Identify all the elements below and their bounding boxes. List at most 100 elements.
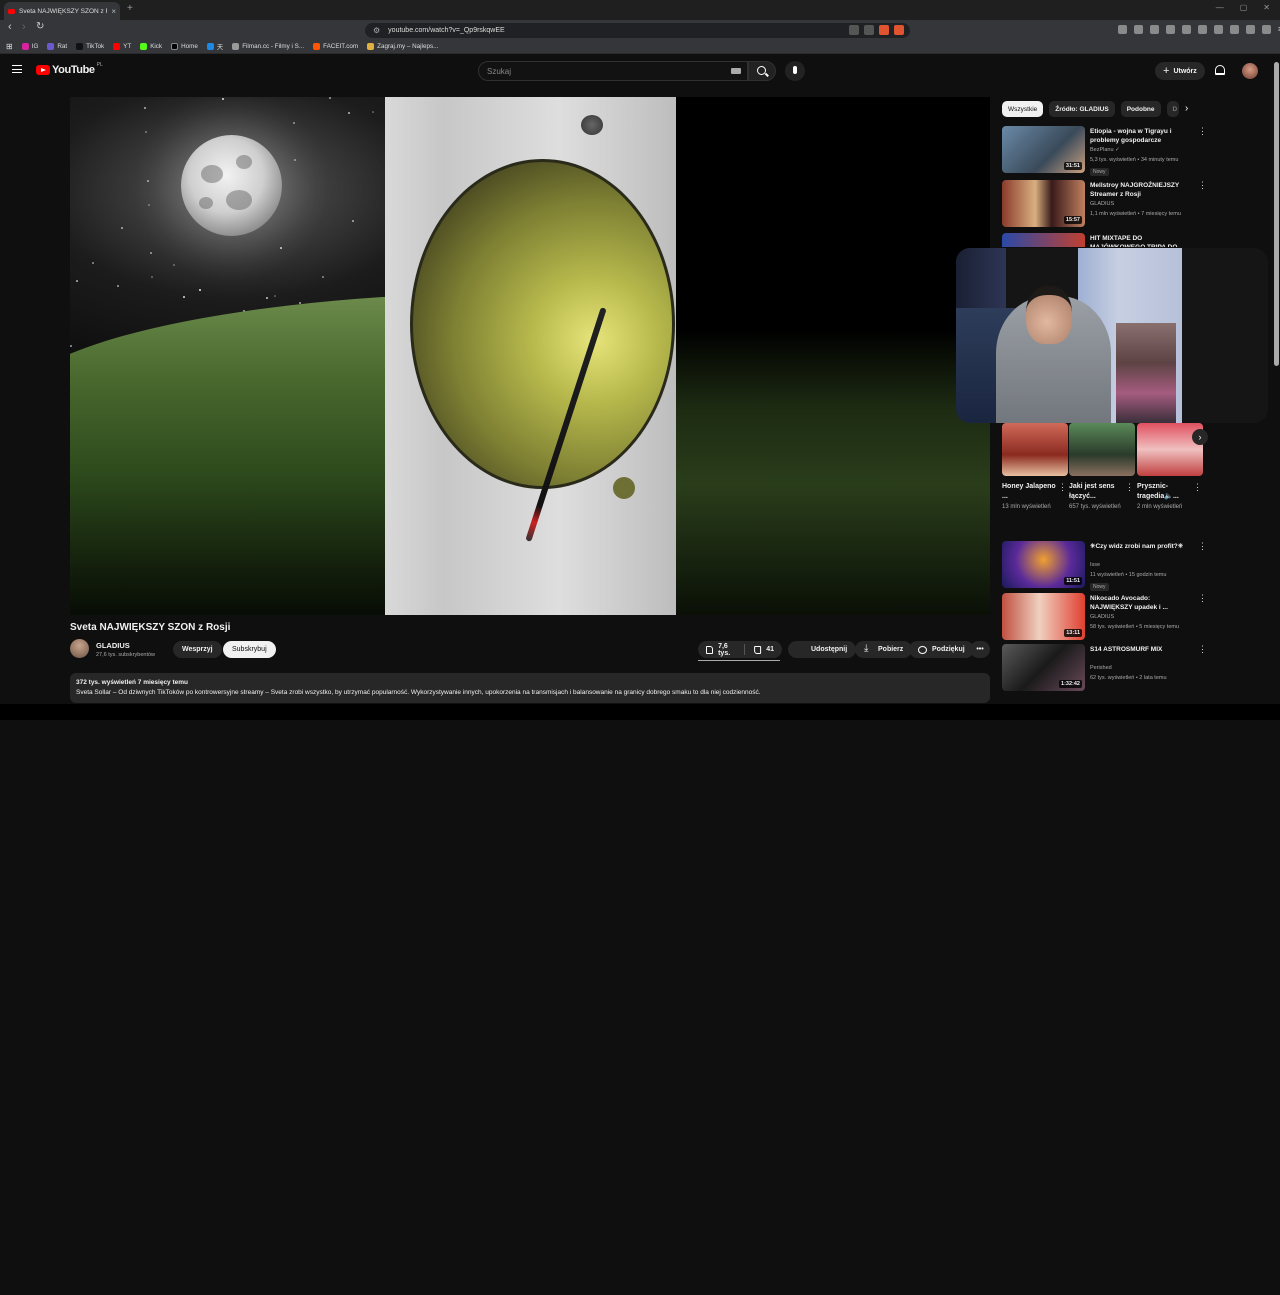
bookmark-item[interactable]: IG (21, 43, 38, 50)
search-input[interactable]: Szukaj (478, 61, 748, 81)
like-count[interactable]: 7,6 tys. (718, 643, 735, 657)
share-page-icon[interactable] (864, 25, 874, 35)
extension-icon[interactable] (1150, 25, 1159, 34)
bookmark-item[interactable]: TikTok (76, 43, 104, 50)
more-options-icon[interactable]: ⋮ (1198, 542, 1207, 551)
share-button[interactable]: Udostępnij (788, 641, 857, 658)
recommendation-item[interactable]: 11:51 ✳Czy widz zrobi nam profit?✳ Isse … (1002, 541, 1207, 591)
recommendation-item[interactable]: 15:57 Mellstroy NAJGROŹNIEJSZY Streamer … (1002, 180, 1207, 228)
extension-icon[interactable] (1198, 25, 1207, 34)
chips-next-arrow-icon[interactable]: › (1185, 103, 1188, 114)
short-thumbnail[interactable] (1002, 423, 1068, 476)
video-thumbnail[interactable]: 11:51 (1002, 541, 1085, 588)
shorts-next-arrow-icon[interactable]: › (1192, 429, 1208, 445)
sidebar-icon[interactable] (1230, 25, 1239, 34)
maximize-button[interactable]: ▢ (1240, 3, 1248, 12)
vpn-icon[interactable] (1262, 25, 1271, 34)
support-button[interactable]: Wesprzyj (173, 641, 222, 658)
bookmark-item[interactable]: Rat (47, 43, 67, 50)
recommendation-channel[interactable]: BezPlanu ✓ (1090, 147, 1120, 153)
browser-tab[interactable]: Sveta NAJWIĘKSZY SZON z R × (4, 2, 120, 20)
video-player[interactable] (70, 97, 990, 615)
more-options-icon[interactable]: ⋮ (1198, 594, 1207, 603)
bookmark-item[interactable]: Filman.cc - Filmy i S... (232, 43, 304, 50)
short-thumbnail[interactable] (1069, 423, 1135, 476)
more-options-icon[interactable]: ⋮ (1198, 127, 1207, 136)
channel-name[interactable]: GLADIUS (96, 641, 130, 650)
recommendation-item[interactable]: 1:32:42 S14 ASTROSMURF MIX Perished 62 t… (1002, 644, 1207, 692)
recommendation-title[interactable]: ✳Czy widz zrobi nam profit?✳ (1090, 542, 1190, 551)
youtube-logo[interactable]: YouTube PL (36, 62, 103, 76)
brave-shield-icon[interactable] (879, 25, 889, 35)
hamburger-menu-icon[interactable] (12, 65, 22, 73)
apps-grid-icon[interactable]: ⊞ (6, 42, 13, 51)
recommendation-channel[interactable]: GLADIUS (1090, 201, 1114, 207)
more-options-icon[interactable]: ⋮ (1198, 645, 1207, 654)
bookmark-item[interactable]: Kick (140, 43, 162, 50)
recommendation-item[interactable]: HIT MIXTAPE DO MAJÓWKOWEGO TRIPA DO ⋮ (1002, 233, 1197, 247)
extension-icon[interactable] (1134, 25, 1143, 34)
address-bar[interactable]: ⚙ youtube.com/watch?v=_Qp9rskqwEE (365, 23, 910, 38)
page-scrollbar[interactable] (1274, 62, 1279, 366)
channel-avatar[interactable] (70, 639, 89, 658)
video-thumbnail[interactable]: 15:57 (1002, 180, 1085, 227)
recommendation-item[interactable]: 13:11 Nikocado Avocado: NAJWIĘKSZY upade… (1002, 593, 1207, 641)
video-thumbnail[interactable] (1002, 233, 1085, 247)
chip-related[interactable]: Podobne (1120, 101, 1161, 117)
video-thumbnail[interactable]: 13:11 (1002, 593, 1085, 640)
more-options-icon[interactable]: ⋮ (1125, 483, 1134, 492)
recommendation-title[interactable]: Nikocado Avocado: NAJWIĘKSZY upadek i ..… (1090, 594, 1190, 612)
recommendation-title[interactable]: S14 ASTROSMURF MIX (1090, 645, 1190, 654)
more-options-icon[interactable]: ⋮ (1058, 483, 1067, 492)
close-window-button[interactable]: ✕ (1263, 3, 1270, 12)
notifications-bell-icon[interactable] (1215, 65, 1225, 75)
extension-icon[interactable] (1182, 25, 1191, 34)
dislike-count[interactable]: 41 (766, 646, 774, 653)
music-icon[interactable] (1214, 25, 1223, 34)
short-title[interactable]: Honey Jalapeno ... (1002, 482, 1056, 502)
reload-icon[interactable]: ↻ (36, 21, 44, 32)
cast-icon[interactable] (849, 25, 859, 35)
keyboard-icon[interactable] (731, 68, 741, 74)
thumbs-up-icon[interactable] (706, 645, 714, 654)
account-avatar[interactable] (1242, 63, 1258, 79)
brave-rewards-icon[interactable] (894, 25, 904, 35)
download-button[interactable]: Pobierz (855, 641, 913, 658)
tab-close-icon[interactable]: × (111, 7, 116, 16)
chip-source[interactable]: Źródło: GLADIUS (1049, 101, 1115, 117)
voice-search-mic-icon[interactable] (785, 61, 805, 81)
thumbs-down-icon[interactable] (754, 645, 762, 654)
minimize-button[interactable]: — (1216, 3, 1224, 12)
more-options-icon[interactable]: ⋮ (1198, 181, 1207, 190)
bookmark-item[interactable]: FACEIT.com (313, 43, 358, 50)
chip-all[interactable]: Wszystkie (1002, 101, 1044, 117)
recommendation-channel[interactable]: Isse (1090, 562, 1100, 568)
short-title[interactable]: Prysznic-tragedia🔈... (1137, 482, 1191, 502)
recommendation-title[interactable]: HIT MIXTAPE DO MAJÓWKOWEGO TRIPA DO (1090, 234, 1190, 247)
extension-icon[interactable] (1118, 25, 1127, 34)
site-settings-icon[interactable]: ⚙ (373, 26, 380, 35)
wallet-icon[interactable] (1246, 25, 1255, 34)
new-tab-button[interactable]: + (127, 3, 133, 14)
back-arrow-icon[interactable]: ‹ (8, 21, 12, 33)
chip-more[interactable]: D (1166, 101, 1179, 117)
bookmark-item[interactable]: 天 (206, 42, 223, 51)
thanks-button[interactable]: Podziękuj (909, 641, 974, 658)
url-text[interactable]: youtube.com/watch?v=_Qp9rskqwEE (388, 27, 505, 34)
search-button[interactable] (748, 61, 776, 81)
bookmark-item[interactable]: YT (113, 43, 131, 50)
short-item[interactable]: Honey Jalapeno ... 13 mln wyświetleń ⋮ (1002, 423, 1068, 512)
recommendation-title[interactable]: Mellstroy NAJGROŹNIEJSZY Streamer z Rosj… (1090, 181, 1190, 199)
short-title[interactable]: Jaki jest sens łączyć... (1069, 482, 1123, 502)
extension-icon[interactable] (1166, 25, 1175, 34)
recommendation-title[interactable]: Etiopia - wojna w Tigrayu i problemy gos… (1090, 127, 1190, 145)
recommendation-channel[interactable]: GLADIUS (1090, 614, 1114, 620)
more-actions-button[interactable]: ••• (970, 641, 990, 658)
more-options-icon[interactable]: ⋮ (1193, 483, 1202, 492)
video-thumbnail[interactable]: 1:32:42 (1002, 644, 1085, 691)
bookmark-item[interactable]: Home (171, 43, 198, 50)
create-button[interactable]: + Utwórz (1155, 62, 1205, 80)
description-box[interactable]: 372 tys. wyświetleń 7 miesięcy temu Svet… (70, 673, 990, 703)
video-thumbnail[interactable]: 31:51 (1002, 126, 1085, 173)
recommendation-item[interactable]: 31:51 Etiopia - wojna w Tigrayu i proble… (1002, 126, 1207, 176)
